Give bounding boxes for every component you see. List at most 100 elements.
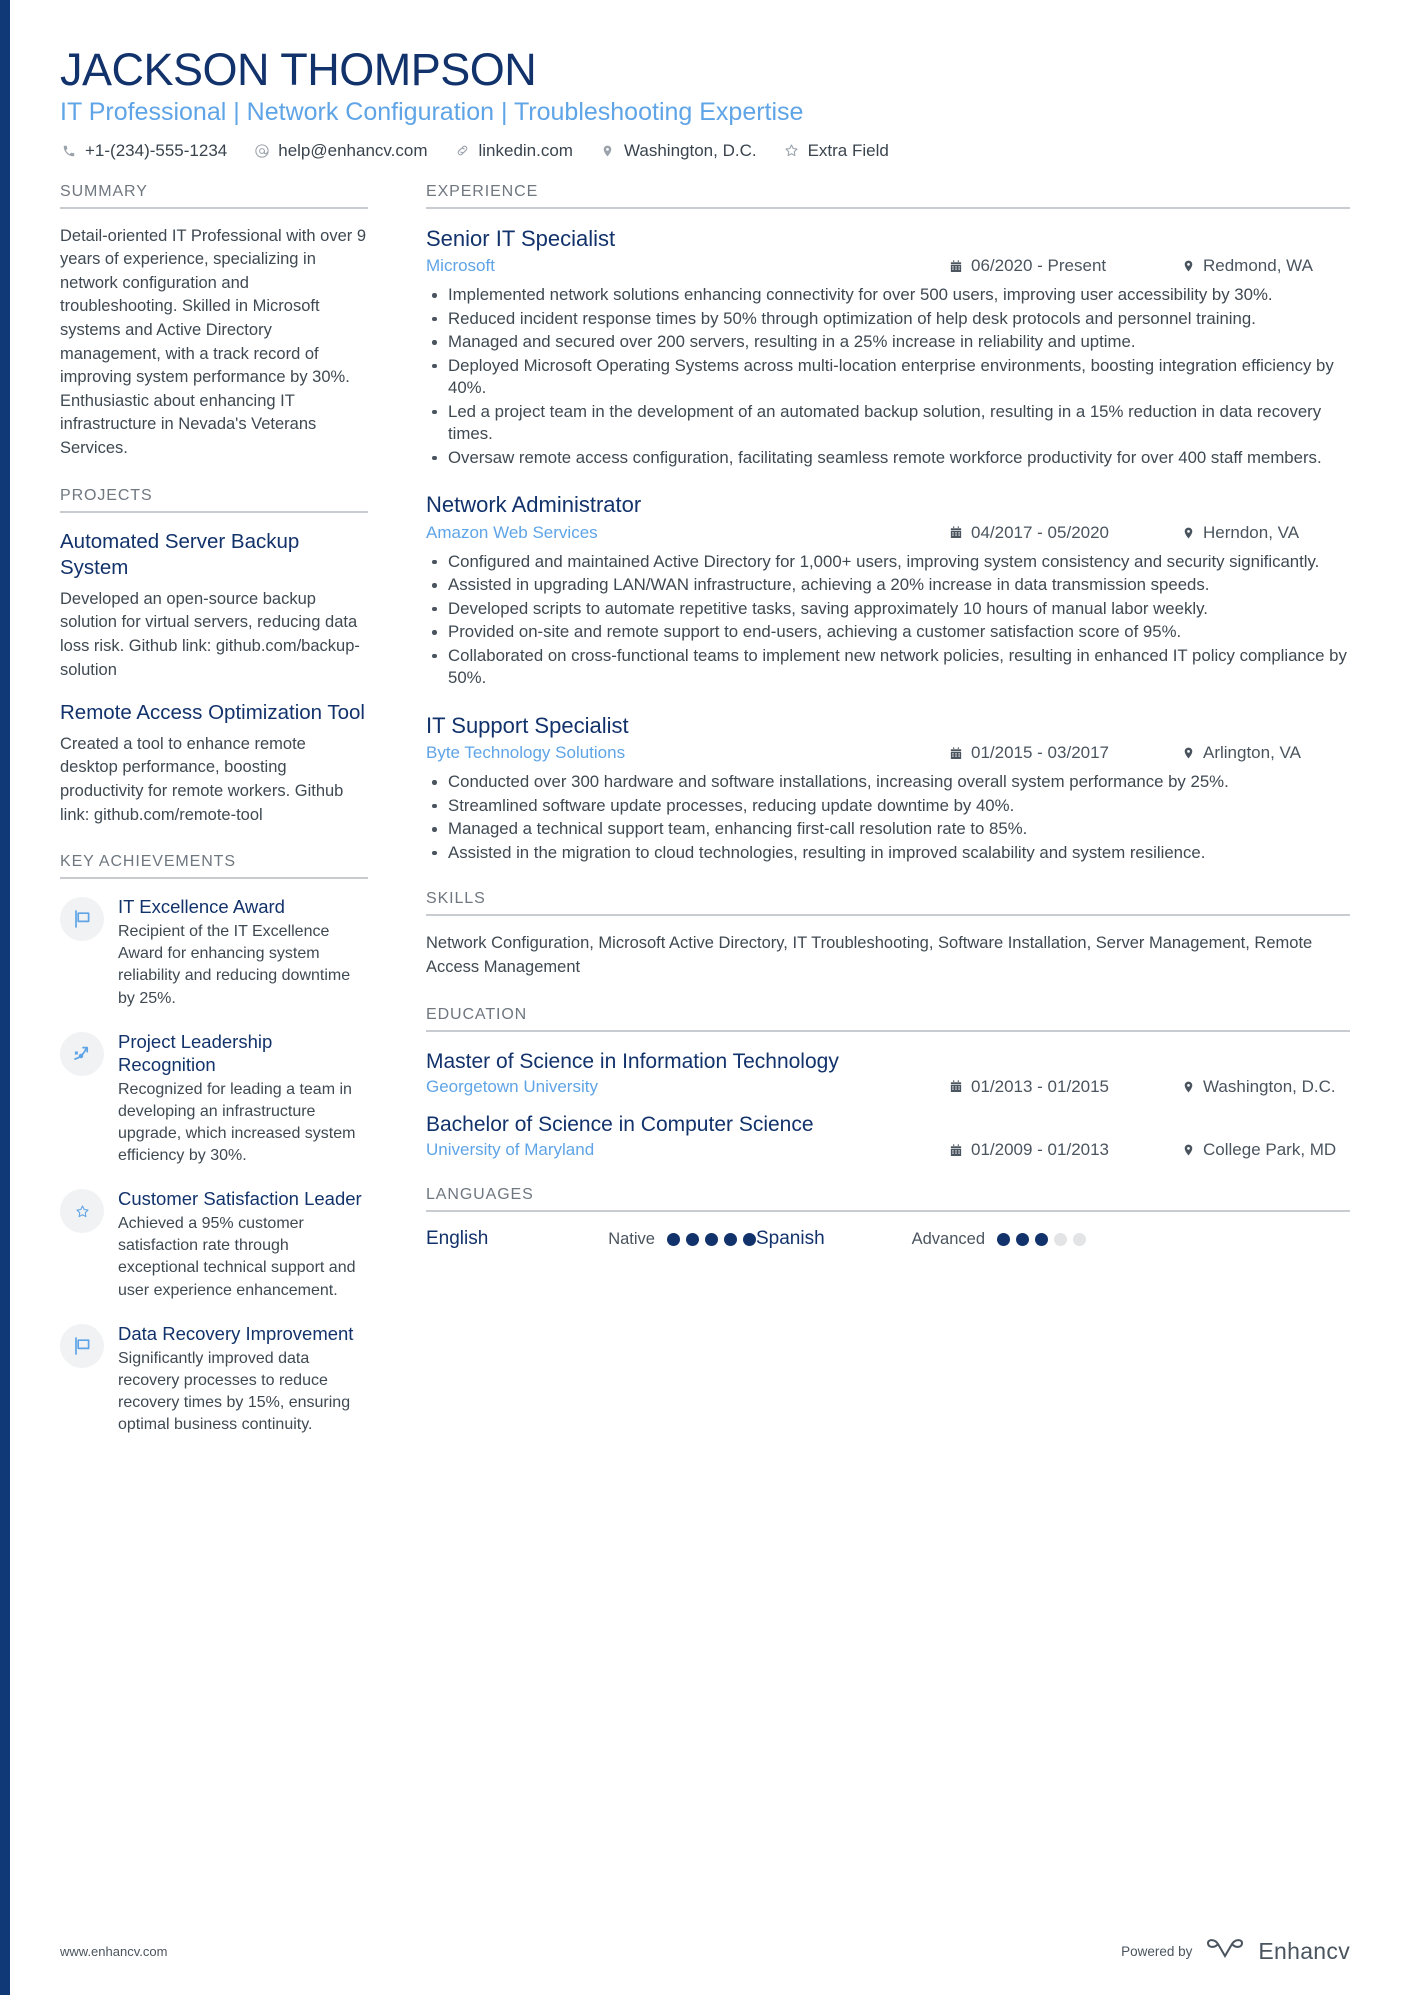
language-level-dot <box>1016 1232 1029 1246</box>
key-achievements-heading: KEY ACHIEVEMENTS <box>60 853 236 871</box>
education-school: University of Maryland <box>426 1140 595 1160</box>
project-title: Automated Server Backup System <box>60 529 300 580</box>
location-pin-icon <box>599 142 617 160</box>
language-level: Native <box>608 1229 655 1248</box>
phone-icon <box>60 142 78 160</box>
trending-up-icon <box>60 1031 104 1076</box>
job-location-text: Herndon, VA <box>1203 522 1300 542</box>
summary-text: Detail-oriented IT Professional with ove… <box>60 226 367 457</box>
contact-item-location-pin[interactable]: Washington, D.C. <box>599 141 757 161</box>
job-location: Herndon, VA <box>1180 523 1350 543</box>
contact-text: help@enhancv.com <box>278 140 428 160</box>
footer-brand-name: Enhancv <box>1258 1938 1350 1964</box>
languages-heading: LANGUAGES <box>426 1186 534 1204</box>
job-bullet: Streamlined software update processes, r… <box>426 795 1350 818</box>
job-bullet: Configured and maintained Active Directo… <box>426 551 1350 574</box>
experience-list: Senior IT Specialist Microsoft 06/2020 - P… <box>426 225 1350 865</box>
education-heading: EDUCATION <box>426 1005 528 1023</box>
language-level-dot <box>1073 1232 1086 1246</box>
language-level-dot <box>1035 1232 1048 1246</box>
achievement-description: Achieved a 95% customer satisfaction rat… <box>118 1215 356 1299</box>
skills-text: Network Configuration, Microsoft Active … <box>426 934 1313 976</box>
achievement-body: Customer Satisfaction Leader Achieved a 9… <box>118 1187 368 1301</box>
job-bullet: Managed and secured over 200 servers, re… <box>426 331 1350 354</box>
experience-item: Network Administrator Amazon Web Services… <box>426 491 1350 690</box>
education-location-text: Washington, D.C. <box>1203 1076 1336 1096</box>
achievement-item: IT Excellence Award Recipient of the IT E… <box>60 895 368 1009</box>
section-divider <box>60 877 368 880</box>
job-dates: 06/2020 - Present <box>948 256 1180 276</box>
education-item: Master of Science in Information Technol… <box>426 1048 1350 1097</box>
achievement-body: Data Recovery Improvement Significantly i… <box>118 1322 368 1436</box>
star-icon <box>60 1189 104 1234</box>
footer-url[interactable]: www.enhancv.com <box>60 1944 167 1959</box>
language-level-dot <box>1054 1232 1067 1246</box>
contact-item-email[interactable]: help@enhancv.com <box>253 141 427 161</box>
language-level-dot <box>667 1232 680 1246</box>
section-skills: SKILLS Network Configuration, Microsoft … <box>426 890 1350 979</box>
achievement-title: IT Excellence Award <box>118 896 285 918</box>
job-location: Arlington, VA <box>1180 743 1350 763</box>
language-level-dot <box>743 1232 756 1246</box>
job-bullet: Provided on-site and remote support to e… <box>426 621 1350 644</box>
projects-list: Automated Server Backup System Developed … <box>60 529 368 828</box>
job-title: IT Support Specialist <box>426 712 629 738</box>
project-title: Remote Access Optimization Tool <box>60 701 365 725</box>
job-bullet: Developed scripts to automate repetitive… <box>426 598 1350 621</box>
flag-icon <box>60 897 104 942</box>
project-description: Developed an open-source backup solution… <box>60 589 360 679</box>
language-level-dot <box>724 1232 737 1246</box>
job-title: Senior IT Specialist <box>426 225 616 251</box>
project-item: Automated Server Backup System Developed … <box>60 529 368 683</box>
education-dates-text: 01/2013 - 01/2015 <box>971 1076 1110 1096</box>
section-divider <box>60 510 368 513</box>
education-meta: Georgetown University 01/2013 - 01/2015 Wa… <box>426 1077 1350 1097</box>
job-dates: 04/2017 - 05/2020 <box>948 523 1180 543</box>
job-bullet: Led a project team in the development of… <box>426 401 1350 446</box>
education-dates: 01/2009 - 01/2013 <box>948 1140 1180 1160</box>
project-description: Created a tool to enhance remote desktop… <box>60 734 344 824</box>
language-level-dots <box>997 1232 1086 1246</box>
job-company: Microsoft <box>426 256 495 276</box>
location-pin-icon <box>1180 258 1196 275</box>
education-location: College Park, MD <box>1180 1140 1350 1160</box>
achievement-title: Data Recovery Improvement <box>118 1322 354 1344</box>
education-list: Master of Science in Information Technol… <box>426 1048 1350 1161</box>
contact-item-star[interactable]: Extra Field <box>783 141 889 161</box>
contact-item-link[interactable]: linkedin.com <box>453 141 573 161</box>
education-degree: Bachelor of Science in Computer Science <box>426 1112 814 1136</box>
contact-text: +1-(234)-555-1234 <box>85 140 228 160</box>
flag-icon <box>60 1323 104 1368</box>
job-dates-text: 01/2015 - 03/2017 <box>971 743 1110 763</box>
contact-item-phone[interactable]: +1-(234)-555-1234 <box>60 141 227 161</box>
location-pin-icon <box>1180 1078 1196 1095</box>
star-icon <box>783 142 801 160</box>
job-bullet: Assisted in the migration to cloud techn… <box>426 842 1350 865</box>
section-education: EDUCATION Master of Science in Informati… <box>426 1006 1350 1161</box>
achievement-description: Recognized for leading a team in develop… <box>118 1080 356 1165</box>
projects-heading: PROJECTS <box>60 486 153 504</box>
header-headline: IT Professional | Network Configuration … <box>60 97 804 126</box>
experience-heading: EXPERIENCE <box>426 182 539 200</box>
footer-powered-by: Powered by <box>1121 1944 1193 1959</box>
calendar-icon <box>948 1142 964 1159</box>
achievement-item: Data Recovery Improvement Significantly i… <box>60 1322 368 1436</box>
contact-text: linkedin.com <box>478 140 573 160</box>
contact-text: Washington, D.C. <box>623 140 757 160</box>
language-item: Spanish Advanced <box>756 1228 1086 1250</box>
job-dates-text: 06/2020 - Present <box>971 256 1107 276</box>
job-meta: Amazon Web Services 04/2017 - 05/2020 Hern… <box>426 523 1350 543</box>
calendar-icon <box>948 524 964 541</box>
job-location-text: Arlington, VA <box>1203 743 1301 763</box>
contact-text: Extra Field <box>807 140 889 160</box>
section-divider <box>426 1210 1350 1213</box>
section-projects: PROJECTS Automated Server Backup System D… <box>60 487 368 828</box>
language-level-dot <box>997 1232 1010 1246</box>
languages-list: English Native Spanish Advanced <box>426 1228 1350 1250</box>
section-divider <box>60 206 368 209</box>
page-footer: www.enhancv.com Powered by Enhancv <box>60 1936 1350 1967</box>
job-bullet: Oversaw remote access configuration, fac… <box>426 447 1350 470</box>
education-item: Bachelor of Science in Computer Science U… <box>426 1111 1350 1160</box>
calendar-icon <box>948 1078 964 1095</box>
job-bullet: Managed a technical support team, enhanc… <box>426 818 1350 841</box>
